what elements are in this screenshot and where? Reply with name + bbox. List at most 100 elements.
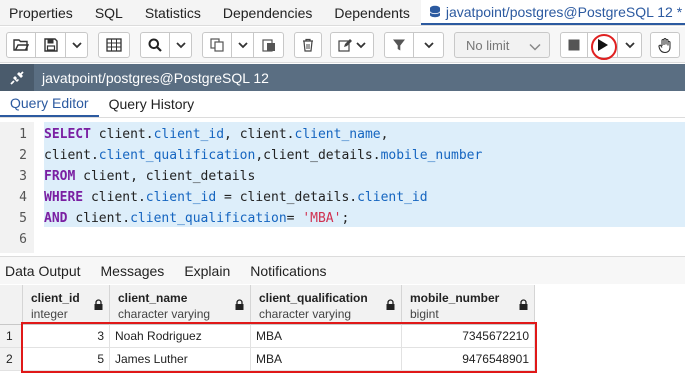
tab-dependents[interactable]: Dependents [323,0,421,25]
column-header-mobile-number[interactable]: mobile_number bigint [402,285,535,325]
tab-query-editor[interactable]: Query Editor [0,91,99,117]
column-header-client-name[interactable]: client_name character varying [110,285,251,325]
column-header-client-qualification[interactable]: client_qualification character varying [251,285,402,325]
open-file-button[interactable] [6,32,36,58]
code-line: 5 AND client.client_qualification= 'MBA'… [0,208,685,229]
database-icon [429,5,441,18]
code-text: WHERE client.client_id = client_details.… [44,190,428,205]
table-cell[interactable]: 9476548901 [402,348,535,371]
lock-icon [235,297,244,313]
tab-sql[interactable]: SQL [84,0,134,25]
tab-explain[interactable]: Explain [174,257,240,284]
tab-data-output[interactable]: Data Output [0,257,91,284]
column-type: bigint [410,307,439,321]
delete-icon [302,38,314,52]
tab-label: Query Editor [10,95,89,111]
save-button[interactable] [36,32,66,58]
code-text: AND client.client_qualification= 'MBA'; [44,211,350,226]
delete-button[interactable] [294,32,322,58]
lock-icon [519,297,528,313]
row-number[interactable]: 2 [0,348,22,371]
tab-query-history[interactable]: Query History [99,91,205,117]
tab-label: Statistics [144,4,201,21]
tab-label: Query History [108,96,195,112]
tab-query-tool[interactable]: javatpoint/postgres@PostgreSQL 12 * [420,0,685,25]
find-menu-button[interactable] [170,32,192,58]
pan-button[interactable] [650,32,680,58]
code-text: FROM client, client_details [44,169,256,184]
code-line: 6 [0,229,685,250]
chevron-down-icon [71,41,82,49]
column-name: client_name [118,291,188,305]
tab-messages[interactable]: Messages [91,257,175,284]
tab-label: Messages [100,262,165,279]
code-line: 2 client.client_qualification,client_det… [0,145,685,166]
hand-icon [658,37,672,53]
paste-button[interactable] [254,32,284,58]
line-number: 2 [19,148,27,163]
stop-icon [568,39,580,51]
row-limit-value: No limit [466,37,510,53]
save-icon [43,38,58,52]
code-text: client.client_qualification,client_detai… [44,148,483,163]
query-grid-icon [106,38,122,52]
tab-dependencies[interactable]: Dependencies [212,0,324,25]
tab-notifications[interactable]: Notifications [240,257,336,284]
panel-tab-bar: Properties SQL Statistics Dependencies D… [0,0,685,26]
find-button[interactable] [140,32,170,58]
query-grid-button[interactable] [98,32,130,58]
copy-button[interactable] [202,32,232,58]
copy-icon [210,38,224,52]
chevron-down-icon [175,41,186,49]
code-line: 1 SELECT client.client_id, client.client… [0,124,685,145]
line-number: 5 [19,211,27,226]
column-type: character varying [118,307,211,321]
stop-button[interactable] [560,32,588,58]
connection-label: javatpoint/postgres@PostgreSQL 12 [42,69,269,86]
edit-menu-button[interactable] [330,32,374,58]
column-name: mobile_number [410,291,500,305]
tab-label: javatpoint/postgres@PostgreSQL 12 * [445,3,683,20]
connection-bar: javatpoint/postgres@PostgreSQL 12 [0,64,685,91]
save-menu-button[interactable] [66,32,88,58]
column-type: character varying [259,307,352,321]
table-cell[interactable]: MBA [251,325,402,348]
table-cell[interactable]: 7345672210 [402,325,535,348]
table-cell[interactable]: 3 [23,325,110,348]
tab-properties[interactable]: Properties [0,0,84,25]
column-name: client_id [31,291,80,305]
line-number: 3 [19,169,27,184]
column-header-client-id[interactable]: client_id integer [23,285,110,325]
line-number: 1 [19,127,27,142]
filter-icon [392,38,406,52]
chevron-down-icon [237,41,248,49]
line-number: 4 [19,190,27,205]
tab-label: Properties [9,4,73,21]
row-number[interactable]: 1 [0,325,22,348]
filter-button[interactable] [384,32,414,58]
table-cell[interactable]: MBA [251,348,402,371]
row-limit-select[interactable]: No limit [454,32,550,58]
query-toolbar: No limit [0,27,685,63]
line-number: 6 [19,232,27,247]
paste-icon [261,38,276,52]
copy-menu-button[interactable] [232,32,254,58]
plug-icon[interactable] [0,64,34,91]
tab-label: SQL [94,4,123,21]
tab-statistics[interactable]: Statistics [134,0,212,25]
lock-icon [94,297,103,313]
chevron-down-icon [624,41,635,49]
edit-icon [338,38,352,52]
code-line: 4 WHERE client.client_id = client_detail… [0,187,685,208]
table-cell[interactable]: James Luther [110,348,251,371]
sql-editor[interactable]: 1 SELECT client.client_id, client.client… [0,122,685,253]
filter-menu-button[interactable] [414,32,444,58]
code-line: 3 FROM client, client_details [0,166,685,187]
code-text: SELECT client.client_id, client.client_n… [44,127,389,142]
execute-button[interactable] [588,32,618,58]
table-cell[interactable]: 5 [23,348,110,371]
table-cell[interactable]: Noah Rodriguez [110,325,251,348]
execute-menu-button[interactable] [618,32,642,58]
tab-label: Notifications [250,262,327,279]
tab-label: Data Output [5,262,81,279]
